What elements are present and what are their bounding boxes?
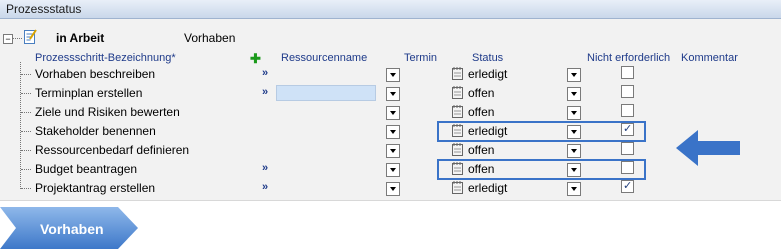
column-header-status: Status	[472, 52, 504, 64]
resource-dropdown-arrow-icon[interactable]	[386, 125, 400, 139]
table-row: Budget beantragen» offen	[0, 160, 781, 179]
table-row: Vorhaben beschreiben » erledigt	[0, 65, 781, 84]
table-row: Stakeholder benennen erledigt	[0, 122, 781, 141]
table-row: Terminplan erstellen » offen	[0, 84, 781, 103]
step-details-link[interactable]: »	[262, 162, 268, 174]
tree-connector	[12, 38, 22, 39]
tree-connector	[21, 74, 31, 75]
table-row: Ressourcenbedarf definieren offen	[0, 141, 781, 160]
column-header-step-name: Prozessschritt-Bezeichnung*	[35, 52, 176, 64]
step-name: Projektantrag erstellen	[35, 181, 156, 195]
status-dropdown-arrow-icon[interactable]	[567, 106, 581, 120]
step-name: Stakeholder benennen	[35, 124, 156, 138]
not-required-checkbox[interactable]	[621, 66, 634, 79]
step-name: Terminplan erstellen	[35, 86, 143, 100]
left-arrow-icon	[676, 130, 740, 166]
phase-label: Vorhaben	[184, 31, 236, 45]
table-row: Projektantrag erstellen » erledigt	[0, 179, 781, 198]
document-edit-icon	[24, 29, 37, 44]
calendar-icon[interactable]	[451, 65, 465, 81]
calendar-icon[interactable]	[451, 103, 465, 119]
step-name: Ressourcenbedarf definieren	[35, 143, 190, 157]
tree-connector	[21, 131, 31, 132]
tree-connector	[21, 112, 31, 113]
column-header-resource: Ressourcenname	[281, 52, 368, 64]
calendar-icon[interactable]	[451, 141, 465, 157]
not-required-checkbox[interactable]	[621, 85, 634, 98]
status-value: erledigt	[468, 67, 508, 81]
tree-connector	[21, 93, 31, 94]
resource-dropdown-arrow-icon[interactable]	[386, 144, 400, 158]
phase-tab-vorhaben[interactable]: Vorhaben	[0, 207, 140, 249]
not-required-checkbox[interactable]	[621, 142, 634, 155]
resource-dropdown-arrow-icon[interactable]	[386, 68, 400, 82]
step-name: Ziele und Risiken bewerten	[35, 105, 180, 119]
table-row: Ziele und Risiken bewerten offen	[0, 103, 781, 122]
calendar-icon[interactable]	[451, 84, 465, 100]
highlight-box-budget	[437, 159, 646, 180]
highlight-box-stakeholder	[437, 121, 646, 142]
tree-connector	[21, 150, 31, 151]
status-dropdown-arrow-icon[interactable]	[567, 68, 581, 82]
resource-dropdown-arrow-icon[interactable]	[386, 106, 400, 120]
resource-dropdown-arrow-icon[interactable]	[386, 163, 400, 177]
resource-input[interactable]	[276, 85, 376, 101]
not-required-checkbox[interactable]	[621, 104, 634, 117]
tree-connector	[21, 188, 31, 189]
collapse-toggle[interactable]: −	[3, 34, 13, 44]
column-header-date: Termin	[404, 52, 438, 64]
status-value: offen	[468, 86, 495, 100]
calendar-icon[interactable]	[451, 179, 465, 195]
tree-connector	[21, 169, 31, 170]
step-details-link[interactable]: »	[262, 181, 268, 193]
resource-dropdown-arrow-icon[interactable]	[386, 87, 400, 101]
step-name: Vorhaben beschreiben	[35, 67, 156, 81]
status-dropdown-arrow-icon[interactable]	[567, 182, 581, 196]
status-value: offen	[468, 143, 495, 157]
window-title: Prozessstatus	[6, 2, 82, 16]
status-value: offen	[468, 105, 495, 119]
not-required-checkbox[interactable]	[621, 179, 634, 193]
column-header-not-required: Nicht erforderlich	[587, 52, 671, 64]
resource-dropdown-arrow-icon[interactable]	[386, 182, 400, 196]
status-value: erledigt	[468, 181, 508, 195]
step-name: Budget beantragen	[35, 162, 138, 176]
phase-tab-label: Vorhaben	[40, 221, 104, 237]
status-dropdown-arrow-icon[interactable]	[567, 87, 581, 101]
status-dropdown-arrow-icon[interactable]	[567, 144, 581, 158]
window-titlebar: Prozessstatus	[0, 0, 781, 19]
process-state-label: in Arbeit	[56, 31, 105, 45]
column-header-comment: Kommentar	[681, 52, 738, 64]
step-details-link[interactable]: »	[262, 67, 268, 79]
step-details-link[interactable]: »	[262, 86, 268, 98]
